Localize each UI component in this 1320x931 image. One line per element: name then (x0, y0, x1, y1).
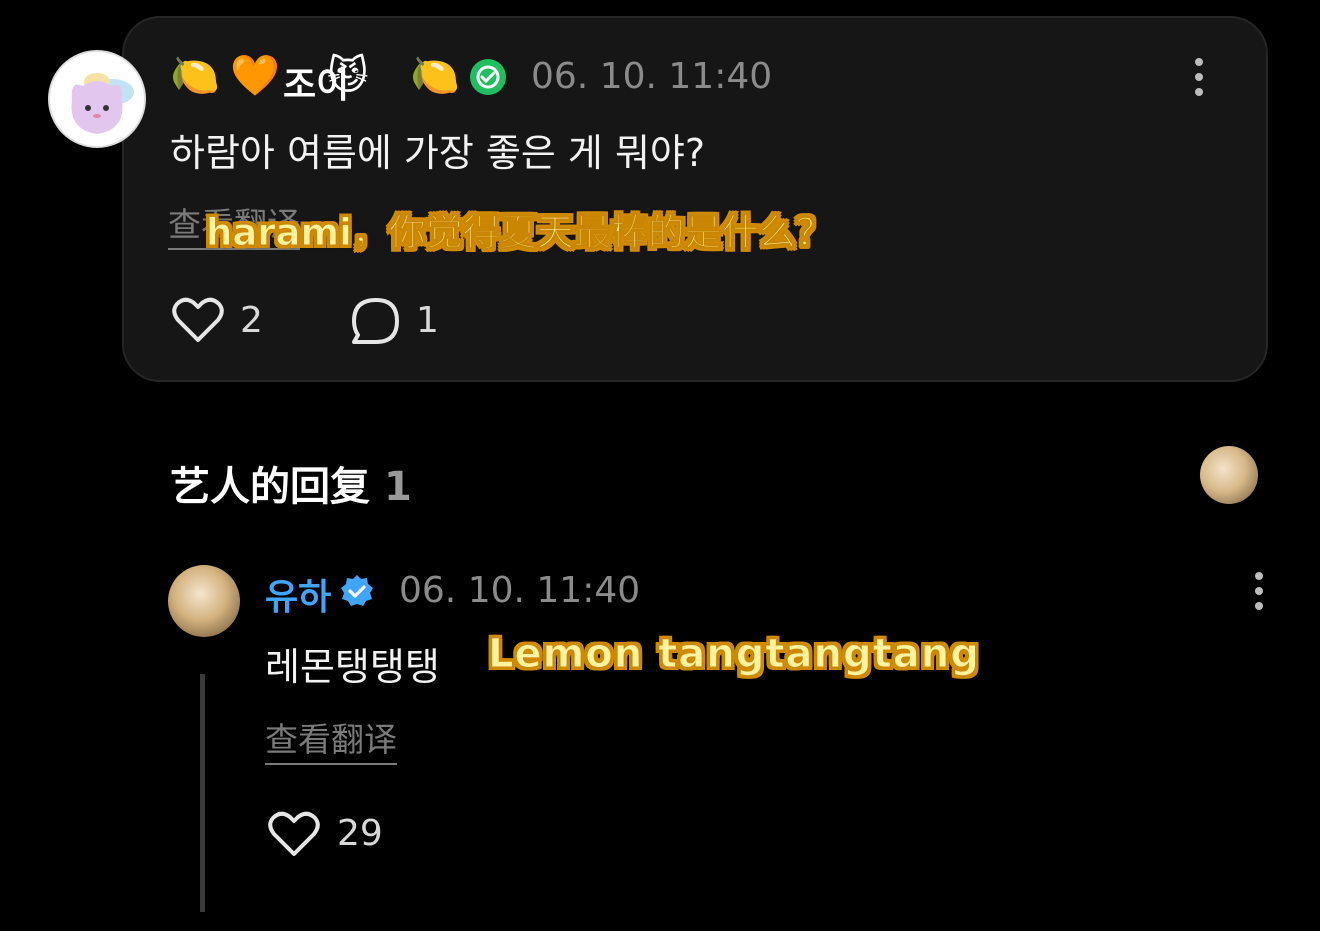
reply-author-name[interactable]: 유하 (265, 568, 331, 620)
artist-replies-count: 1 (383, 464, 412, 510)
reply-translate-link[interactable]: 查看翻译 (265, 713, 397, 765)
comment-timestamp: 06. 10. 11:40 (531, 56, 773, 97)
comment-text: 하람아 여름에 가장 좋은 게 뭐야? (170, 131, 706, 175)
commenter-avatar[interactable] (48, 50, 146, 148)
reply-timestamp: 06. 10. 11:40 (399, 570, 641, 611)
reply-like-count: 29 (337, 813, 383, 854)
comment-translation-subtitle: harami，你觉得夏天最棒的是什么？ (206, 211, 834, 255)
reply-thread-line (200, 674, 205, 912)
reply-text: 레몬탱탱탱 (265, 645, 440, 689)
artist-replies-title: 艺人的回复 (170, 464, 370, 510)
comment-reply-count: 1 (416, 300, 439, 341)
reply-bubble-icon[interactable] (350, 297, 402, 349)
reply-more-options-icon[interactable] (1255, 572, 1263, 610)
comment-more-options-icon[interactable] (1195, 58, 1203, 96)
lemon-emoji-icon: 🍋 (410, 53, 460, 99)
comment-like-count: 2 (240, 300, 263, 341)
lemon-emoji-icon: 🍋 (170, 53, 220, 99)
artist-replies-heading: 艺人的回复 1 (170, 454, 412, 512)
verified-fan-badge-icon (469, 58, 507, 100)
cat-character-icon (50, 52, 144, 146)
like-heart-icon[interactable] (172, 296, 224, 348)
artist-avatar-small[interactable] (1200, 446, 1258, 504)
cat-emoji-icon: 😼 (327, 53, 369, 99)
verified-artist-badge-icon (340, 574, 374, 612)
reply-author-avatar[interactable] (168, 565, 240, 637)
reply-translation-subtitle: Lemon tangtangtang (488, 631, 980, 678)
reply-like-heart-icon[interactable] (268, 810, 320, 862)
orange-heart-emoji-icon: 🧡 (230, 53, 280, 99)
